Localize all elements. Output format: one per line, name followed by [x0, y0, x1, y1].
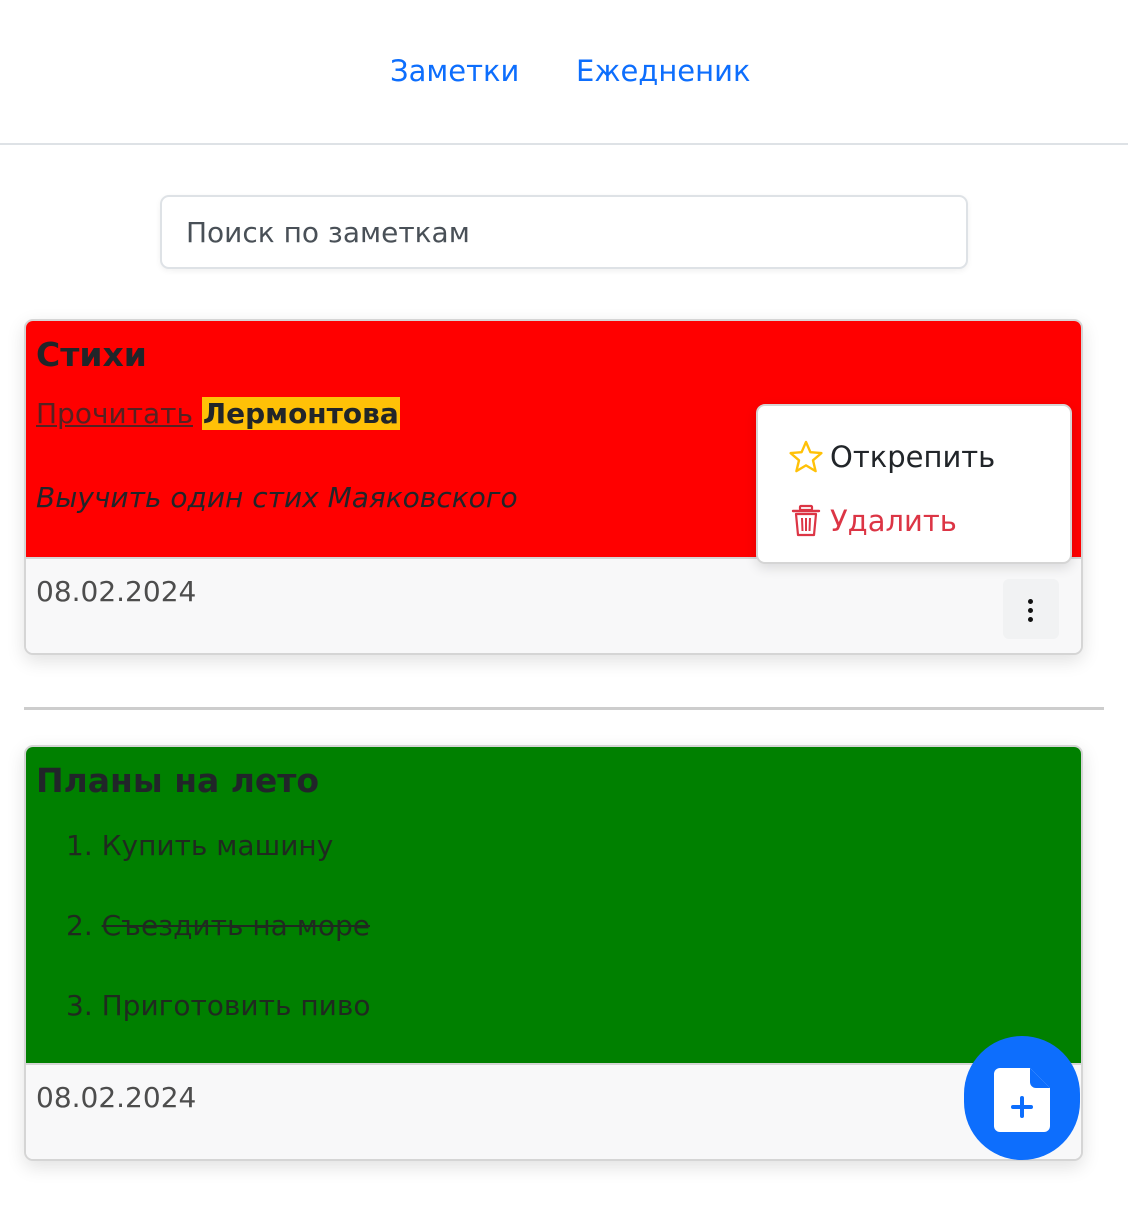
- add-note-button[interactable]: [964, 1036, 1080, 1160]
- delete-menu-item[interactable]: Удалить: [788, 499, 957, 543]
- note-title: Планы на лето: [36, 761, 320, 800]
- list-item: 3. Приготовить пиво: [66, 989, 370, 1022]
- note-context-menu: Открепить Удалить: [756, 404, 1072, 564]
- file-plus-icon: [994, 1068, 1050, 1132]
- note-card-footer: 08.02.2024: [26, 1063, 1081, 1159]
- note-underlined-text: Прочитать: [36, 397, 193, 430]
- unpin-label: Открепить: [830, 440, 996, 474]
- search-input[interactable]: [160, 195, 968, 269]
- list-item-number: 3.: [66, 989, 93, 1022]
- pinned-divider: [24, 707, 1104, 710]
- note-date: 08.02.2024: [36, 575, 197, 608]
- unpin-menu-item[interactable]: Открепить: [788, 435, 995, 479]
- nav-link-diary[interactable]: Ежедненик: [576, 54, 750, 88]
- top-nav: Заметки Ежедненик: [0, 0, 1128, 145]
- list-item-text: Приготовить пиво: [101, 989, 371, 1022]
- list-item-text: Съездить на море: [101, 909, 370, 942]
- note-highlighted-text: Лермонтова: [201, 397, 400, 430]
- note-card-body: Планы на лето 1. Купить машину 2. Съезди…: [26, 747, 1081, 1067]
- list-item: 2. Съездить на море: [66, 909, 370, 942]
- delete-label: Удалить: [830, 504, 957, 538]
- note-date: 08.02.2024: [36, 1081, 197, 1114]
- list-item-text: Купить машину: [101, 829, 334, 862]
- three-dots-vertical-icon[interactable]: [1003, 579, 1059, 639]
- note-text-line: Прочитать Лермонтова: [36, 397, 400, 430]
- nav-link-notes[interactable]: Заметки: [390, 54, 519, 88]
- notes-page: Заметки Ежедненик Стихи Прочитать Лермон…: [0, 0, 1128, 1208]
- note-card[interactable]: Планы на лето 1. Купить машину 2. Съезди…: [24, 745, 1083, 1161]
- trash-icon: [788, 503, 824, 539]
- star-outline-icon: [788, 439, 824, 475]
- note-italic-text: Выучить один стих Маяковского: [36, 481, 518, 514]
- list-item: 1. Купить машину: [66, 829, 333, 862]
- note-card-footer: 08.02.2024: [26, 557, 1081, 653]
- list-item-number: 2.: [66, 909, 93, 942]
- note-title: Стихи: [36, 335, 147, 374]
- list-item-number: 1.: [66, 829, 93, 862]
